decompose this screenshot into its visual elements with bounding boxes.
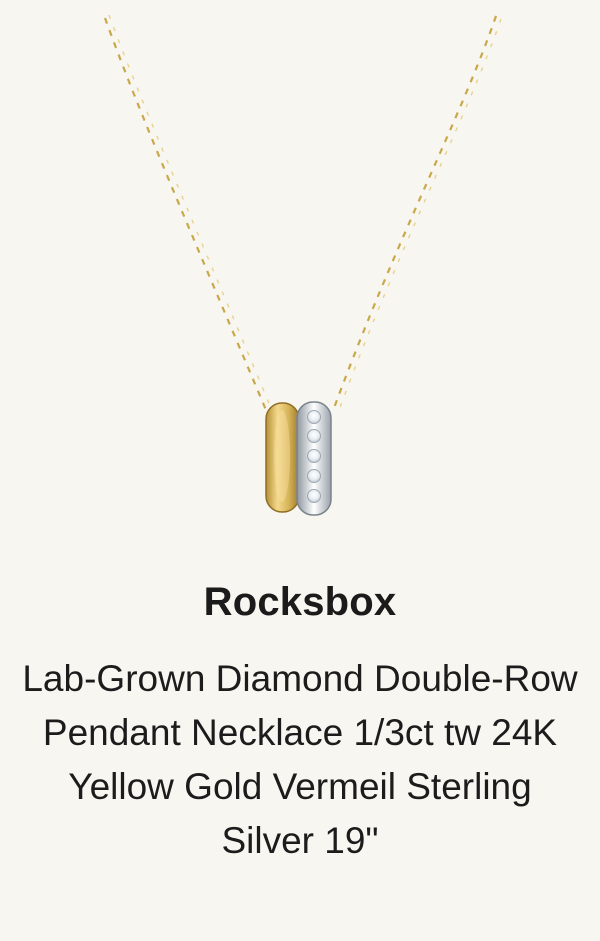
chain-left-icon (103, 14, 272, 411)
brand-name: Rocksbox (203, 580, 397, 624)
product-title[interactable]: Lab-Grown Diamond Double-Row Pendant Nec… (20, 652, 580, 868)
product-card[interactable]: Rocksbox Lab-Grown Diamond Double-Row Pe… (0, 0, 600, 941)
product-image[interactable] (0, 0, 600, 560)
chain-right-icon (332, 15, 502, 411)
pendant-icon (265, 401, 332, 516)
